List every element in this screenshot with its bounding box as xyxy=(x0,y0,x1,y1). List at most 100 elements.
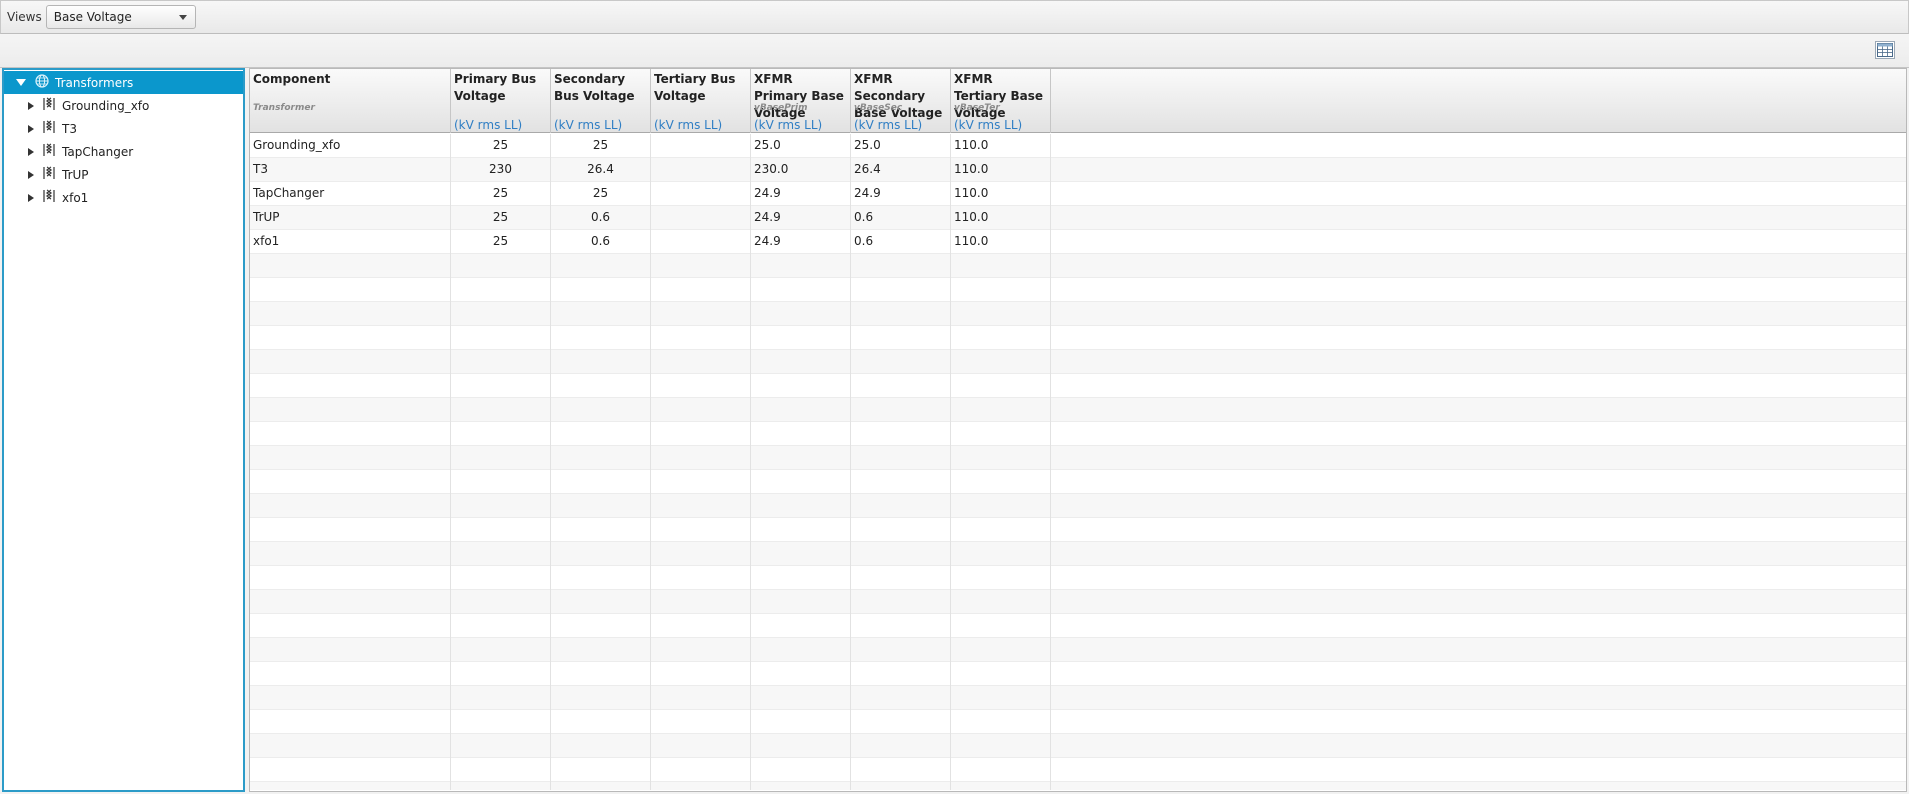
column-header-xfmr-primary-base-voltage[interactable]: XFMR Primary Base Voltage vBasePrim (kV … xyxy=(751,69,851,133)
tree-item-transformers[interactable]: Transformers xyxy=(4,71,243,94)
empty-cell xyxy=(951,638,1051,662)
cell-primary-bus-voltage[interactable]: 25 xyxy=(451,182,551,206)
empty-cell xyxy=(951,662,1051,686)
cell-secondary-bus-voltage[interactable]: 25 xyxy=(551,182,651,206)
cell-xfmr-primary-base-voltage[interactable]: 25.0 xyxy=(751,134,851,158)
empty-cell xyxy=(451,782,551,790)
cell-primary-bus-voltage[interactable]: 25 xyxy=(451,134,551,158)
tree-item[interactable]: xfo1 xyxy=(4,186,243,209)
views-label: Views xyxy=(7,10,42,24)
cell-primary-bus-voltage[interactable]: 25 xyxy=(451,206,551,230)
empty-cell xyxy=(250,542,451,566)
expand-arrow-icon[interactable] xyxy=(16,79,26,86)
empty-cell xyxy=(851,278,951,302)
empty-cell xyxy=(551,494,651,518)
tree-item[interactable]: TapChanger xyxy=(4,140,243,163)
empty-row xyxy=(250,398,1906,422)
cell-xfmr-primary-base-voltage[interactable]: 24.9 xyxy=(751,182,851,206)
cell-component[interactable]: Grounding_xfo xyxy=(250,134,451,158)
tree-root-label: Transformers xyxy=(55,75,134,90)
cell-tertiary-bus-voltage[interactable] xyxy=(651,134,751,158)
tree-item[interactable]: Grounding_xfo xyxy=(4,94,243,117)
expand-arrow-icon[interactable] xyxy=(28,124,34,133)
empty-cell xyxy=(451,302,551,326)
cell-xfmr-primary-base-voltage[interactable]: 24.9 xyxy=(751,230,851,254)
cell-component[interactable]: TapChanger xyxy=(250,182,451,206)
empty-cell xyxy=(851,374,951,398)
table-row[interactable]: TrUP 25 0.6 24.9 0.6 110.0 xyxy=(250,206,1906,230)
cell-tertiary-bus-voltage[interactable] xyxy=(651,182,751,206)
empty-cell xyxy=(250,734,451,758)
empty-cell xyxy=(851,302,951,326)
cell-xfmr-tertiary-base-voltage[interactable]: 110.0 xyxy=(951,134,1051,158)
cell-xfmr-secondary-base-voltage[interactable]: 0.6 xyxy=(851,230,951,254)
tree-item-label: TrUP xyxy=(62,167,89,182)
empty-cell xyxy=(651,758,751,782)
table-row[interactable]: Grounding_xfo 25 25 25.0 25.0 110.0 xyxy=(250,134,1906,158)
column-header-primary-bus-voltage[interactable]: Primary Bus Voltage (kV rms LL) xyxy=(451,69,551,133)
views-dropdown[interactable]: Base Voltage xyxy=(45,5,196,29)
cell-tertiary-bus-voltage[interactable] xyxy=(651,230,751,254)
empty-row xyxy=(250,686,1906,710)
cell-component[interactable]: TrUP xyxy=(250,206,451,230)
cell-xfmr-primary-base-voltage[interactable]: 230.0 xyxy=(751,158,851,182)
cell-tertiary-bus-voltage[interactable] xyxy=(651,206,751,230)
cell-secondary-bus-voltage[interactable]: 0.6 xyxy=(551,206,651,230)
cell-xfmr-tertiary-base-voltage[interactable]: 110.0 xyxy=(951,206,1051,230)
expand-arrow-icon[interactable] xyxy=(28,193,34,202)
empty-cell xyxy=(651,422,751,446)
empty-cell xyxy=(250,398,451,422)
empty-cell xyxy=(551,518,651,542)
chevron-down-icon xyxy=(178,14,187,20)
empty-row xyxy=(250,542,1906,566)
transformer-icon xyxy=(42,97,56,114)
empty-row xyxy=(250,734,1906,758)
cell-component[interactable]: xfo1 xyxy=(250,230,451,254)
column-header-xfmr-tertiary-base-voltage[interactable]: XFMR Tertiary Base Voltage vBaseTer (kV … xyxy=(951,69,1051,133)
column-header-xfmr-secondary-base-voltage[interactable]: XFMR Secondary Base Voltage vBaseSec (kV… xyxy=(851,69,951,133)
empty-cell xyxy=(451,662,551,686)
tree-item[interactable]: T3 xyxy=(4,117,243,140)
cell-tertiary-bus-voltage[interactable] xyxy=(651,158,751,182)
cell-xfmr-secondary-base-voltage[interactable]: 0.6 xyxy=(851,206,951,230)
empty-cell xyxy=(851,350,951,374)
table-row[interactable]: xfo1 25 0.6 24.9 0.6 110.0 xyxy=(250,230,1906,254)
tree-item-label: xfo1 xyxy=(62,190,89,205)
empty-row xyxy=(250,422,1906,446)
cell-secondary-bus-voltage[interactable]: 25 xyxy=(551,134,651,158)
cell-primary-bus-voltage[interactable]: 25 xyxy=(451,230,551,254)
column-header-component[interactable]: Component Transformer xyxy=(250,69,451,133)
empty-cell xyxy=(851,542,951,566)
cell-xfmr-primary-base-voltage[interactable]: 24.9 xyxy=(751,206,851,230)
column-header-tertiary-bus-voltage[interactable]: Tertiary Bus Voltage (kV rms LL) xyxy=(651,69,751,133)
empty-cell xyxy=(651,614,751,638)
cell-xfmr-tertiary-base-voltage[interactable]: 110.0 xyxy=(951,158,1051,182)
cell-xfmr-tertiary-base-voltage[interactable]: 110.0 xyxy=(951,182,1051,206)
empty-cell xyxy=(451,470,551,494)
expand-arrow-icon[interactable] xyxy=(28,170,34,179)
empty-cell xyxy=(851,566,951,590)
cell-xfmr-tertiary-base-voltage[interactable]: 110.0 xyxy=(951,230,1051,254)
cell-primary-bus-voltage[interactable]: 230 xyxy=(451,158,551,182)
empty-cell xyxy=(951,518,1051,542)
table-row[interactable]: TapChanger 25 25 24.9 24.9 110.0 xyxy=(250,182,1906,206)
empty-cell xyxy=(951,254,1051,278)
expand-arrow-icon[interactable] xyxy=(28,101,34,110)
cell-secondary-bus-voltage[interactable]: 0.6 xyxy=(551,230,651,254)
cell-xfmr-secondary-base-voltage[interactable]: 25.0 xyxy=(851,134,951,158)
empty-cell xyxy=(751,782,851,790)
table-row[interactable]: T3 230 26.4 230.0 26.4 110.0 xyxy=(250,158,1906,182)
empty-cell xyxy=(951,566,1051,590)
empty-cell xyxy=(250,278,451,302)
empty-cell xyxy=(951,782,1051,790)
column-header-secondary-bus-voltage[interactable]: Secondary Bus Voltage (kV rms LL) xyxy=(551,69,651,133)
cell-component[interactable]: T3 xyxy=(250,158,451,182)
cell-xfmr-secondary-base-voltage[interactable]: 24.9 xyxy=(851,182,951,206)
cell-xfmr-secondary-base-voltage[interactable]: 26.4 xyxy=(851,158,951,182)
expand-arrow-icon[interactable] xyxy=(28,147,34,156)
empty-cell xyxy=(551,662,651,686)
tree-item[interactable]: TrUP xyxy=(4,163,243,186)
empty-cell xyxy=(751,590,851,614)
table-options-button[interactable] xyxy=(1875,41,1895,59)
cell-secondary-bus-voltage[interactable]: 26.4 xyxy=(551,158,651,182)
